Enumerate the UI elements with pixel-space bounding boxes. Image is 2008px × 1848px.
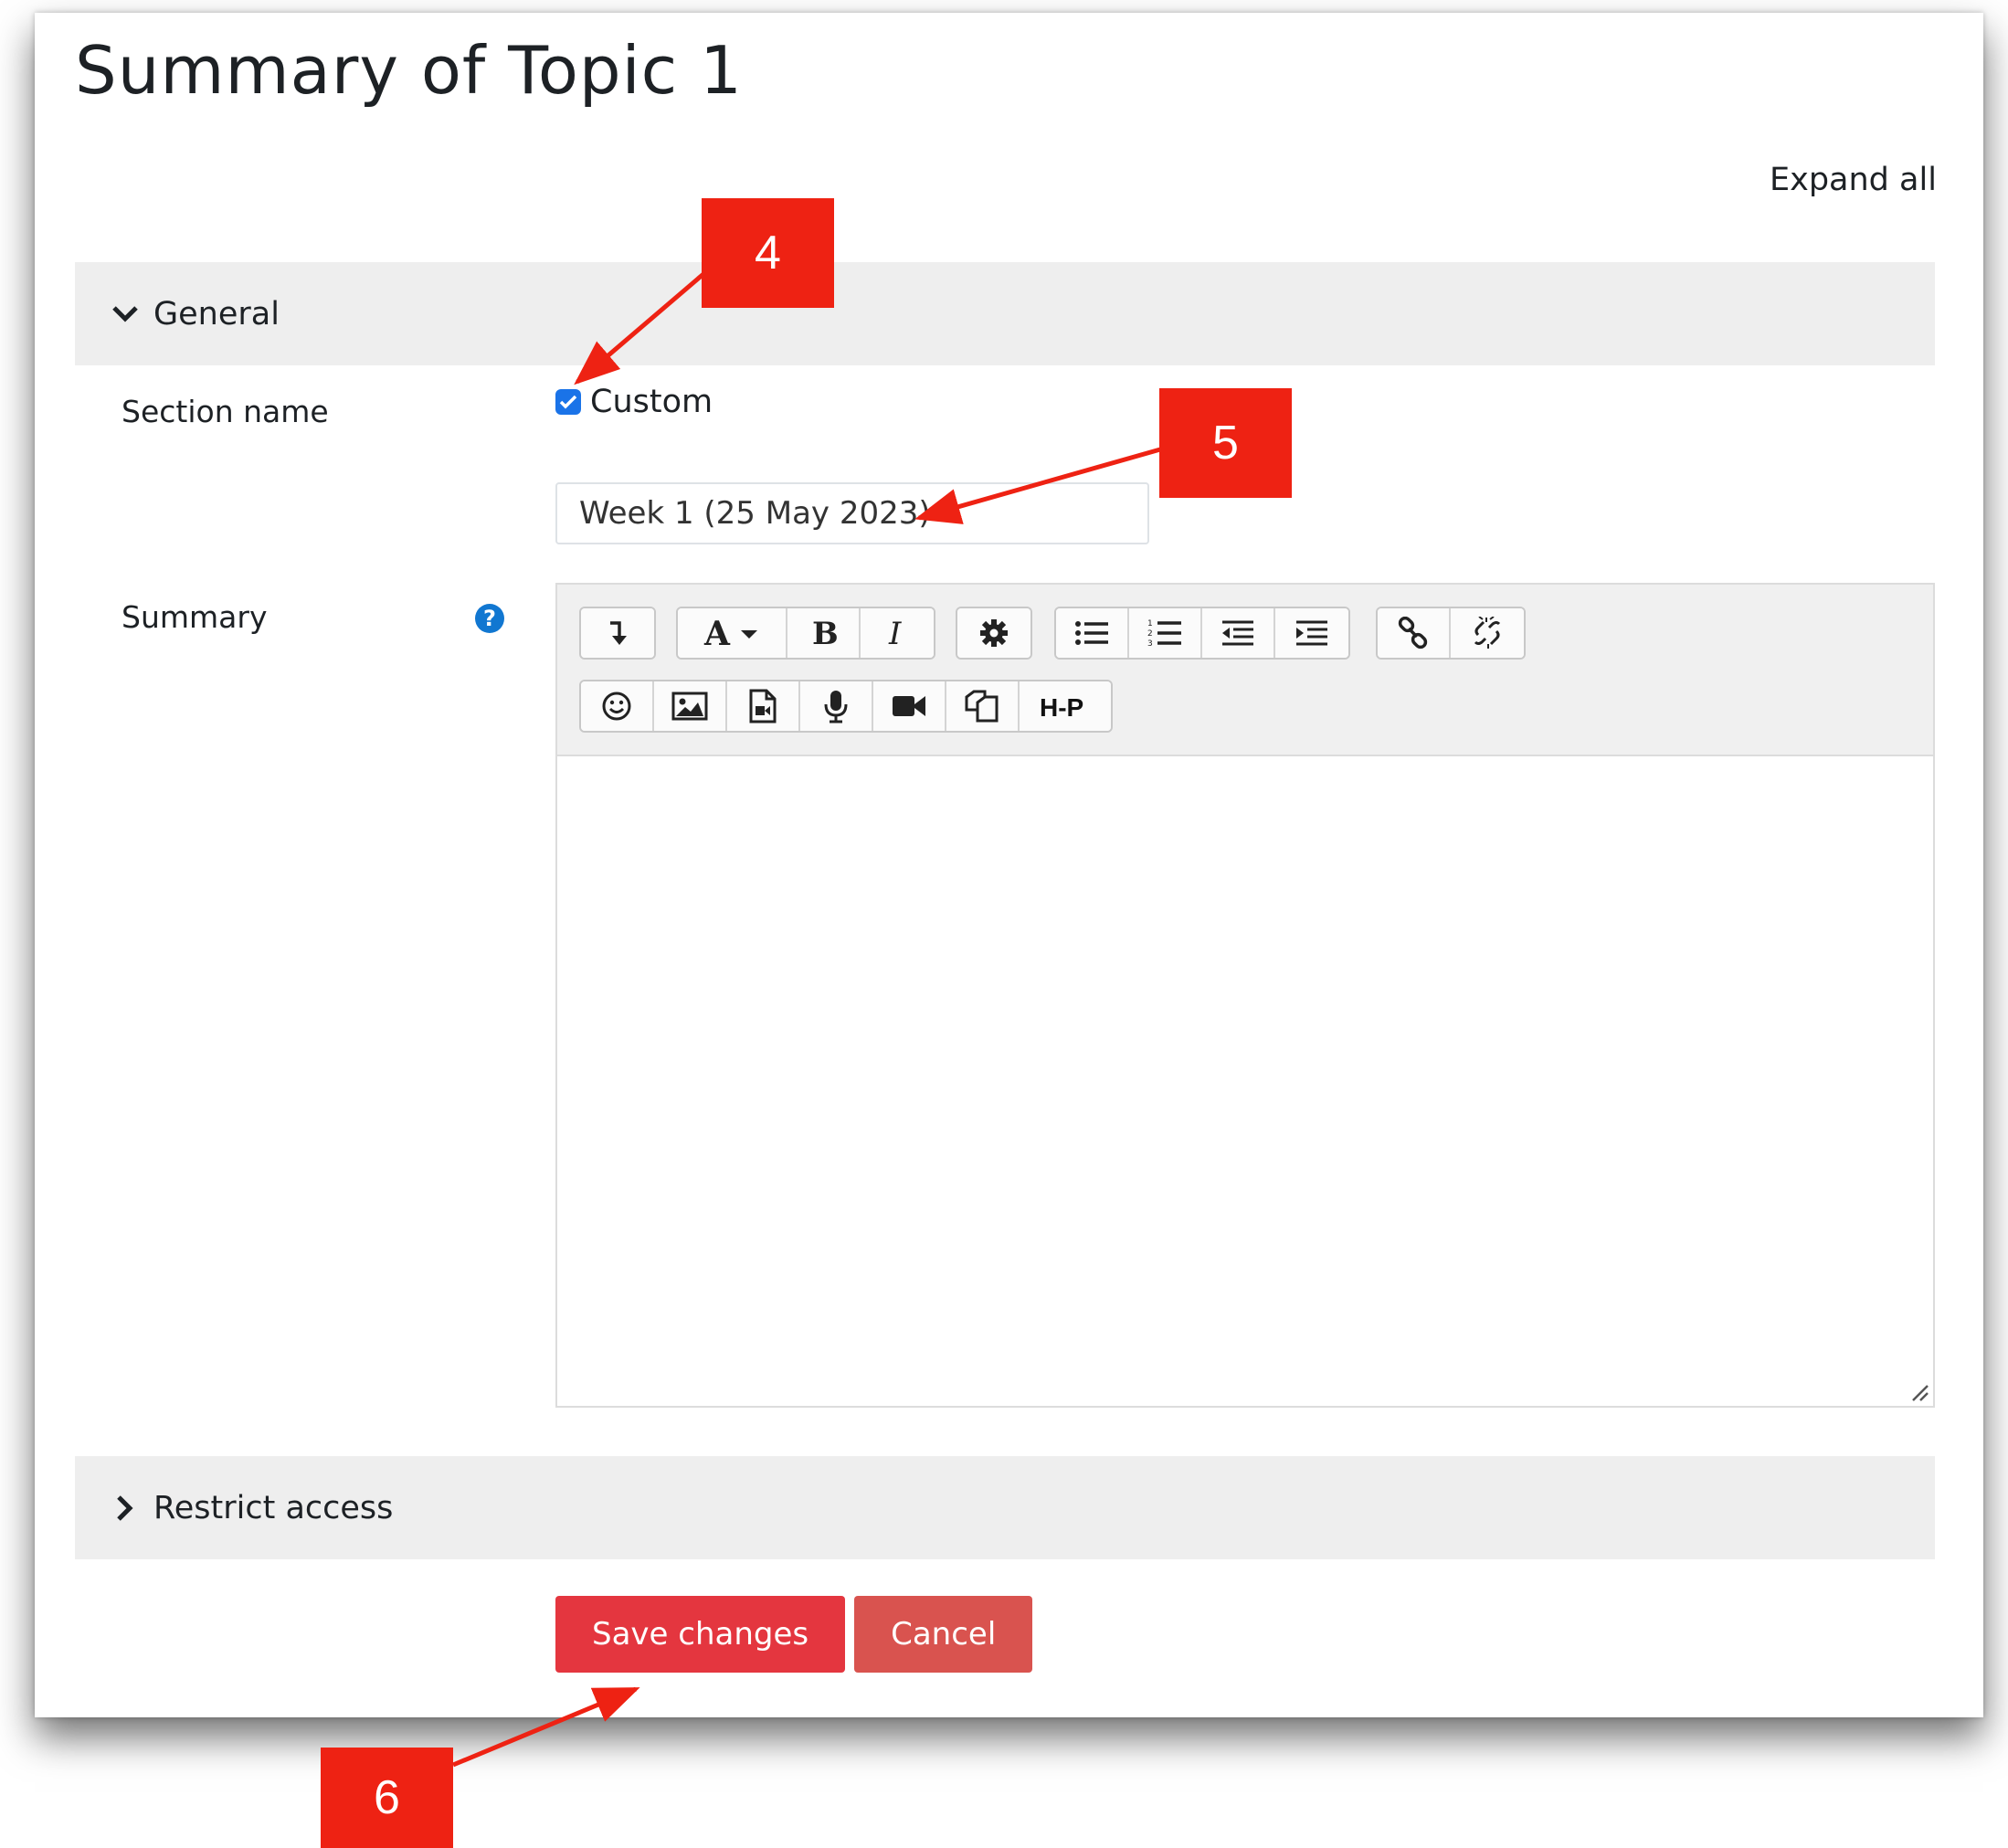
svg-text:2: 2 [1147,629,1153,639]
help-icon[interactable]: ? [475,604,504,633]
unlink-icon[interactable] [1451,608,1524,658]
ordered-list-icon[interactable]: 123 [1129,608,1202,658]
toolbar-group-equation [956,607,1032,660]
svg-text:1: 1 [1147,619,1153,628]
svg-text:I: I [888,618,902,649]
resize-grip-icon[interactable] [1909,1382,1929,1402]
record-video-icon[interactable] [873,681,946,731]
svg-text:A: A [703,618,731,649]
manage-files-icon[interactable] [946,681,1020,731]
annotation-callout-5: 5 [1159,388,1292,498]
editor-toolbar: A B I 123 H-P [557,585,1933,756]
h5p-icon[interactable]: H-P [1020,681,1111,731]
page-title: Summary of Topic 1 [75,32,743,109]
toolbar-group-links [1376,607,1526,660]
chevron-down-icon [110,305,141,323]
save-changes-button[interactable]: Save changes [555,1596,846,1673]
h5p-text: H-P [1040,693,1083,722]
indent-icon[interactable] [1275,608,1348,658]
toolbar-group-collapse [579,607,656,660]
svg-text:B: B [812,618,837,649]
image-icon[interactable] [654,681,727,731]
outdent-icon[interactable] [1202,608,1275,658]
section-name-label: Section name [122,394,329,429]
custom-checkbox-label: Custom [590,384,713,420]
annotation-callout-4: 4 [702,198,834,308]
general-section-header[interactable]: General [75,262,1935,365]
italic-icon[interactable]: I [861,608,934,658]
record-audio-icon[interactable] [800,681,873,731]
equation-icon[interactable] [957,608,1030,658]
summary-editor: A B I 123 H-P [555,583,1935,1408]
cancel-button[interactable]: Cancel [854,1596,1033,1673]
restrict-access-section-label: Restrict access [153,1489,394,1526]
collapse-icon[interactable] [581,608,654,658]
summary-label: Summary [122,599,268,635]
unordered-list-icon[interactable] [1056,608,1129,658]
font-style-icon[interactable]: A [678,608,787,658]
section-name-input[interactable] [555,482,1149,544]
summary-editor-content[interactable] [557,755,1933,1406]
toolbar-group-lists: 123 [1054,607,1350,660]
svg-text:3: 3 [1147,639,1153,648]
custom-checkbox[interactable] [555,389,581,415]
custom-checkbox-row: Custom [555,384,713,420]
general-section-label: General [153,295,280,333]
chevron-right-icon [110,1494,141,1522]
expand-all-link[interactable]: Expand all [1770,162,1937,198]
media-icon[interactable] [727,681,800,731]
emoji-icon[interactable] [581,681,654,731]
form-actions: Save changes Cancel [555,1596,1033,1673]
annotation-callout-6: 6 [321,1748,453,1848]
toolbar-group-style: A B I [676,607,935,660]
restrict-access-section-header[interactable]: Restrict access [75,1456,1935,1559]
link-icon[interactable] [1378,608,1451,658]
bold-icon[interactable]: B [787,608,861,658]
toolbar-group-media: H-P [579,680,1113,733]
